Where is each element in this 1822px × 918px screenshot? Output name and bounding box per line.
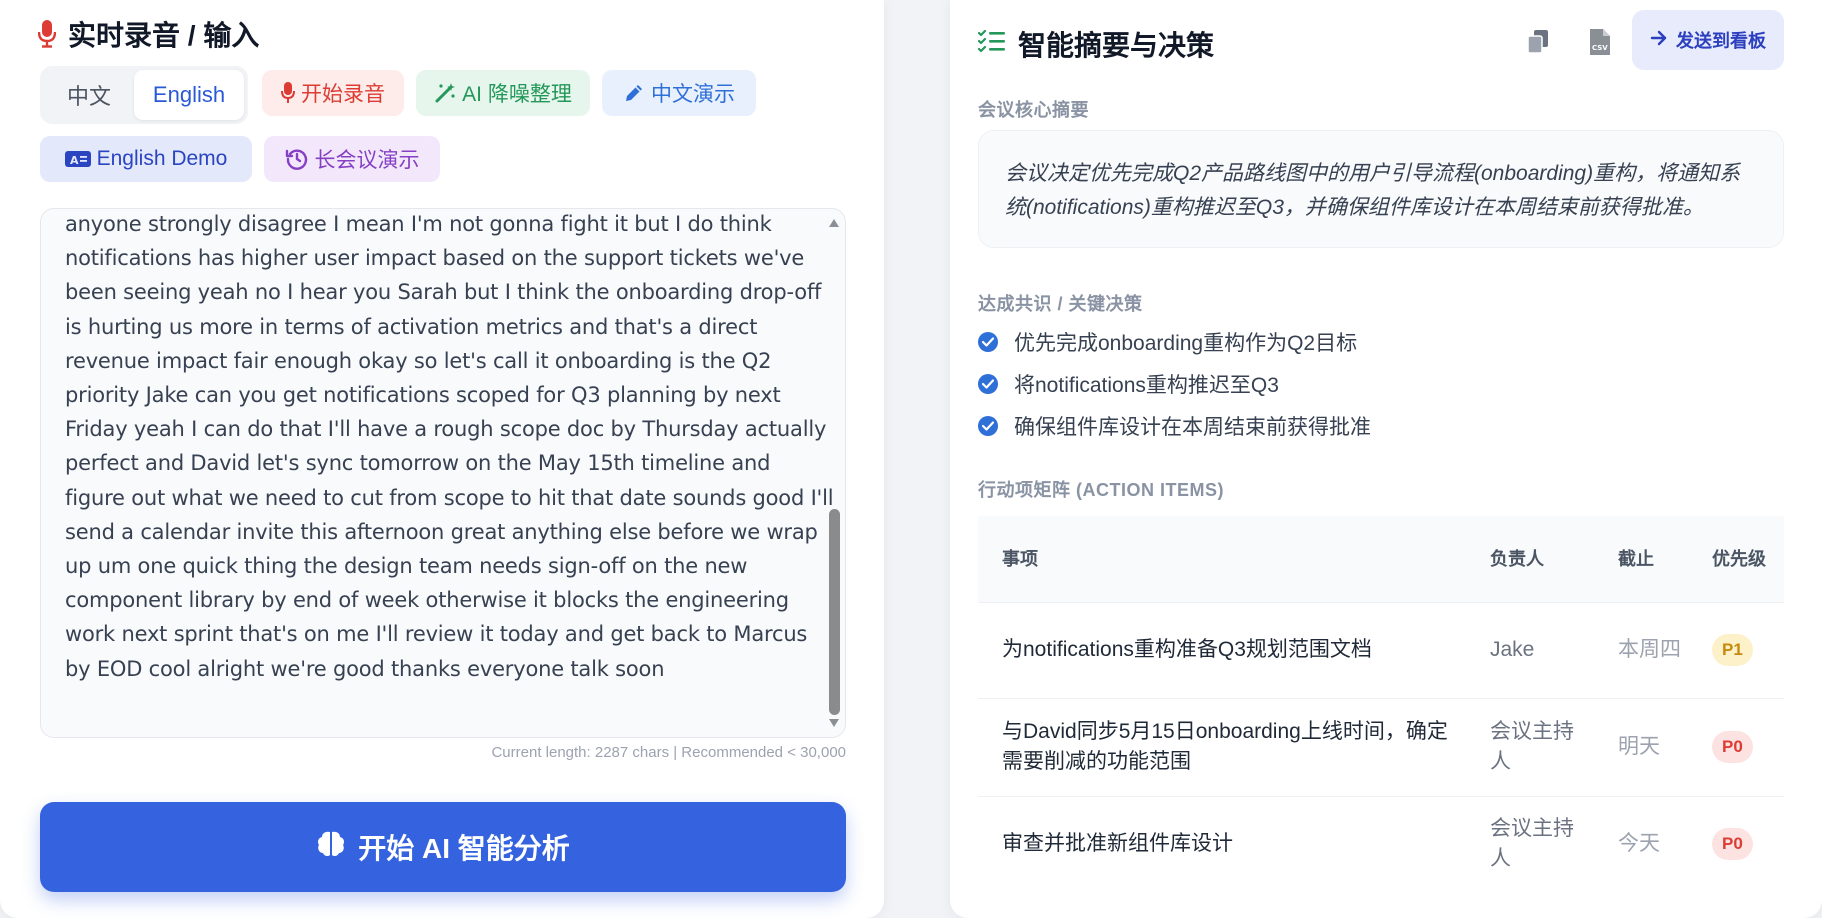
chinese-demo-button[interactable]: 中文演示 <box>602 70 756 116</box>
decision-item: 确保组件库设计在本周结束前获得批准 <box>978 405 1784 447</box>
transcript-textarea[interactable]: anyone strongly disagree I mean I'm not … <box>40 208 846 738</box>
owner-cell: 会议主持人 <box>1466 697 1594 796</box>
decisions-section-label: 达成共识 / 关键决策 <box>978 294 1143 314</box>
csv-file-icon: CSV <box>1588 28 1612 61</box>
priority-badge: P1 <box>1712 634 1753 666</box>
summary-panel-header: 智能摘要与决策 <box>977 24 1215 64</box>
action-items-section-label: 行动项矩阵 (ACTION ITEMS) <box>978 480 1224 500</box>
microphone-icon <box>38 20 56 48</box>
decision-text: 优先完成onboarding重构作为Q2目标 <box>1014 332 1358 355</box>
long-meeting-demo-button[interactable]: 长会议演示 <box>264 136 440 182</box>
scroll-up-arrow-icon[interactable] <box>829 219 839 227</box>
due-cell: 本周四 <box>1594 601 1688 698</box>
brain-icon <box>316 830 346 865</box>
history-icon <box>285 147 309 171</box>
decision-text: 确保组件库设计在本周结束前获得批准 <box>1014 416 1371 439</box>
column-header-owner: 负责人 <box>1490 548 1544 569</box>
start-recording-label: 开始录音 <box>301 83 385 106</box>
start-recording-button[interactable]: 开始录音 <box>262 70 404 116</box>
arrow-right-icon <box>1650 30 1668 51</box>
due-cell: 明天 <box>1594 697 1688 796</box>
magic-wand-icon <box>434 82 456 104</box>
owner-cell: 会议主持人 <box>1466 795 1594 892</box>
action-item-cell: 审查并批准新组件库设计 <box>978 795 1466 892</box>
long-meeting-demo-label: 长会议演示 <box>314 149 420 172</box>
priority-cell: P0 <box>1688 697 1784 796</box>
chinese-demo-label: 中文演示 <box>651 83 735 106</box>
column-header-item: 事项 <box>1002 548 1038 569</box>
export-csv-button[interactable]: CSV <box>1580 24 1620 64</box>
decision-list: 优先完成onboarding重构作为Q2目标 将notifications重构推… <box>978 321 1784 447</box>
table-row: 与David同步5月15日onboarding上线时间，确定需要削减的功能范围 … <box>978 697 1784 796</box>
priority-badge: P0 <box>1712 731 1753 763</box>
translate-icon: A <box>64 149 91 169</box>
svg-text:CSV: CSV <box>1592 44 1608 52</box>
summary-panel: 智能摘要与决策 CSV 发送到看板 会议核心摘要 会议决定优先完成Q2产品路线图… <box>950 0 1822 918</box>
decision-item: 将notifications重构推迟至Q3 <box>978 363 1784 405</box>
summary-text: 会议决定优先完成Q2产品路线图中的用户引导流程(onboarding)重构，将通… <box>978 130 1784 248</box>
pen-icon <box>623 82 645 104</box>
send-to-board-button[interactable]: 发送到看板 <box>1632 10 1784 70</box>
character-count: Current length: 2287 chars | Recommended… <box>491 744 846 761</box>
check-circle-icon <box>978 374 998 394</box>
action-item-cell: 与David同步5月15日onboarding上线时间，确定需要削减的功能范围 <box>978 697 1466 796</box>
language-toggle: 中文 English <box>40 66 248 124</box>
lang-option-zh[interactable]: 中文 <box>44 70 134 120</box>
decision-text: 将notifications重构推迟至Q3 <box>1014 374 1279 397</box>
ai-denoise-button[interactable]: AI 降噪整理 <box>416 70 590 116</box>
svg-text:A: A <box>70 154 79 167</box>
action-item-cell: 为notifications重构准备Q3规划范围文档 <box>978 601 1466 698</box>
column-header-due: 截止 <box>1618 548 1654 569</box>
input-panel: 实时录音 / 输入 中文 English 开始录音 AI 降噪整理 中文演示 A… <box>0 0 884 918</box>
table-row: 审查并批准新组件库设计 会议主持人 今天 P0 <box>978 795 1784 892</box>
microphone-icon <box>281 82 295 104</box>
check-circle-icon <box>978 332 998 352</box>
table-header-row: 事项 负责人 截止 优先级 <box>978 516 1784 602</box>
english-demo-button[interactable]: A English Demo <box>40 136 252 182</box>
decision-item: 优先完成onboarding重构作为Q2目标 <box>978 321 1784 363</box>
transcript-text[interactable]: anyone strongly disagree I mean I'm not … <box>65 209 835 686</box>
check-circle-icon <box>978 416 998 436</box>
due-cell: 今天 <box>1594 795 1688 892</box>
english-demo-label: English Demo <box>96 147 228 170</box>
summary-section-label: 会议核心摘要 <box>978 100 1089 120</box>
column-header-priority: 优先级 <box>1712 548 1766 569</box>
checklist-icon <box>977 28 1006 60</box>
ai-denoise-label: AI 降噪整理 <box>462 83 572 106</box>
priority-cell: P0 <box>1688 795 1784 892</box>
scrollbar-thumb[interactable] <box>829 509 840 715</box>
send-to-board-label: 发送到看板 <box>1676 31 1766 51</box>
table-row: 为notifications重构准备Q3规划范围文档 Jake 本周四 P1 <box>978 601 1784 698</box>
start-ai-analysis-button[interactable]: 开始 AI 智能分析 <box>40 802 846 892</box>
owner-cell: Jake <box>1466 601 1594 698</box>
start-ai-analysis-label: 开始 AI 智能分析 <box>358 833 570 864</box>
priority-badge: P0 <box>1712 828 1753 861</box>
summary-panel-title: 智能摘要与决策 <box>1018 30 1215 61</box>
transcript-scrollbar[interactable] <box>827 215 841 731</box>
copy-icon <box>1526 29 1550 60</box>
scroll-down-arrow-icon[interactable] <box>829 719 839 727</box>
lang-option-en[interactable]: English <box>134 70 244 120</box>
input-panel-header: 实时录音 / 输入 <box>38 14 259 54</box>
priority-cell: P1 <box>1688 601 1784 698</box>
input-panel-title: 实时录音 / 输入 <box>68 20 260 51</box>
copy-button[interactable] <box>1518 24 1558 64</box>
action-items-table: 事项 负责人 截止 优先级 为notifications重构准备Q3规划范围文档… <box>978 516 1784 892</box>
